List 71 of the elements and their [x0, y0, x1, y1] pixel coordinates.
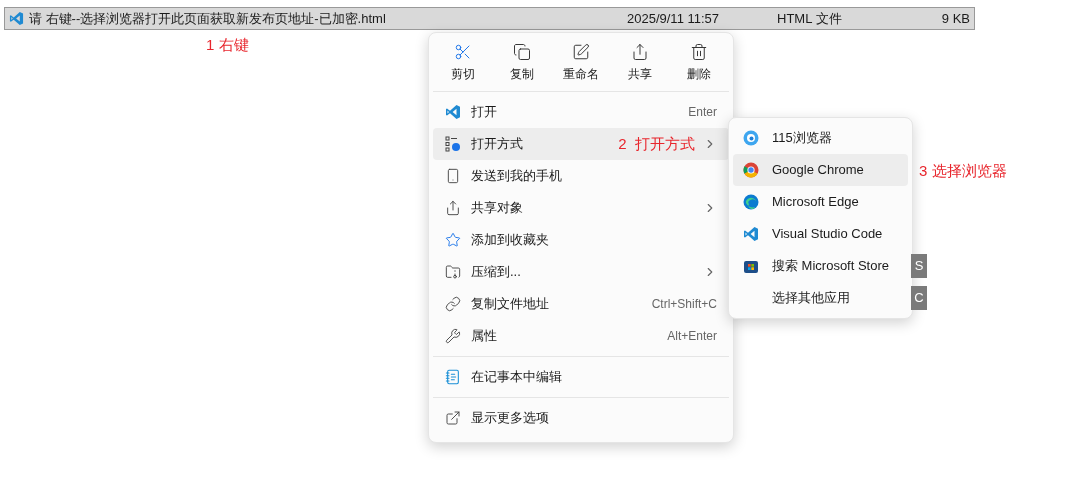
code-editor-icon	[445, 104, 461, 120]
menu-label: 添加到收藏夹	[471, 231, 549, 250]
toolbar-button[interactable]: 共享	[614, 41, 666, 85]
menu-label: Microsoft Edge	[772, 193, 859, 212]
menu-label: 属性	[471, 327, 497, 346]
menu-item[interactable]: Microsoft Edge	[733, 186, 908, 218]
menu-label: 115浏览器	[772, 129, 832, 148]
menu-item[interactable]: 在记事本中编辑	[433, 361, 729, 393]
menu-item[interactable]: 属性 Alt+Enter	[433, 320, 729, 352]
file-name: 请 右键--选择浏览器打开此页面获取新发布页地址-已加密.html	[28, 9, 387, 28]
menu-item[interactable]: 共享对象	[433, 192, 729, 224]
menu-label: 复制文件地址	[471, 295, 549, 314]
file-size: 9 KB	[940, 9, 971, 28]
store-bag-icon	[743, 258, 759, 274]
access-key-badge: C	[911, 286, 927, 310]
shortcut-text: Alt+Enter	[667, 328, 717, 345]
menu-item[interactable]: 压缩到...	[433, 256, 729, 288]
menu-label: Visual Studio Code	[772, 225, 883, 244]
annotation: 1 右键	[206, 36, 249, 53]
wave-circle-icon	[743, 194, 759, 210]
menu-label: 搜索 Microsoft Store	[772, 257, 890, 276]
code-editor-icon	[743, 226, 759, 242]
menu-item[interactable]: 115浏览器	[733, 122, 908, 154]
menu-label: 打开	[471, 103, 497, 122]
share-icon	[445, 200, 461, 216]
rename-icon	[572, 43, 590, 61]
notepad-icon	[445, 369, 461, 385]
menu-label: 压缩到...	[471, 263, 521, 282]
menu-item[interactable]: 选择其他应用	[733, 282, 908, 314]
menu-item[interactable]: 复制文件地址 Ctrl+Shift+C	[433, 288, 729, 320]
browser-ring-icon	[743, 162, 759, 178]
external-window-icon	[445, 410, 461, 426]
copy-icon	[513, 43, 531, 61]
shortcut-text: Ctrl+Shift+C	[651, 296, 717, 313]
link-icon	[445, 296, 461, 312]
menu-label: 显示更多选项	[471, 409, 549, 428]
menu-label: 共享对象	[471, 199, 523, 218]
menu-label: 在记事本中编辑	[471, 368, 562, 387]
star-icon	[445, 232, 461, 248]
menu-item[interactable]: 搜索 Microsoft Store	[733, 250, 908, 282]
menu-item[interactable]: 显示更多选项	[433, 402, 729, 434]
code-editor-icon	[9, 11, 24, 26]
archive-folder-icon	[445, 264, 461, 280]
menu-item[interactable]: Visual Studio Code	[733, 218, 908, 250]
file-modified: 2025/9/11 11:57	[627, 9, 721, 28]
share-icon	[631, 43, 649, 61]
menu-label: Google Chrome	[772, 161, 864, 180]
scissors-icon	[454, 43, 472, 61]
phone-icon	[445, 168, 461, 184]
annotation: 3 选择浏览器	[919, 161, 1007, 181]
toolbar-button[interactable]: 复制	[496, 41, 548, 85]
toolbar-button[interactable]: 剪切	[437, 41, 489, 85]
menu-item[interactable]: Google Chrome	[733, 154, 908, 186]
toolbar-button[interactable]: 删除	[673, 41, 725, 85]
menu-label: 选择其他应用	[772, 289, 850, 308]
access-key-badge: S	[911, 254, 927, 278]
menu-label: 发送到我的手机	[471, 167, 562, 186]
file-type: HTML 文件	[777, 9, 843, 28]
menu-item[interactable]: 打开 Enter	[433, 96, 729, 128]
menu-item[interactable]: 发送到我的手机	[433, 160, 729, 192]
wrench-icon	[445, 328, 461, 344]
shortcut-text: Enter	[688, 104, 717, 121]
delete-icon	[690, 43, 708, 61]
menu-item[interactable]: 打开方式 2 打开方式	[433, 128, 729, 160]
toolbar-button[interactable]: 重命名	[555, 41, 607, 85]
annotation: 2 打开方式	[618, 133, 695, 154]
file-row[interactable]: 请 右键--选择浏览器打开此页面获取新发布页地址-已加密.html 2025/9/11 11:57 HTML 文件 9 KB	[4, 7, 975, 30]
menu-item[interactable]: 添加到收藏夹	[433, 224, 729, 256]
menu-label: 打开方式	[471, 135, 523, 154]
open-with-icon	[445, 136, 461, 152]
swirl-icon	[743, 130, 759, 146]
